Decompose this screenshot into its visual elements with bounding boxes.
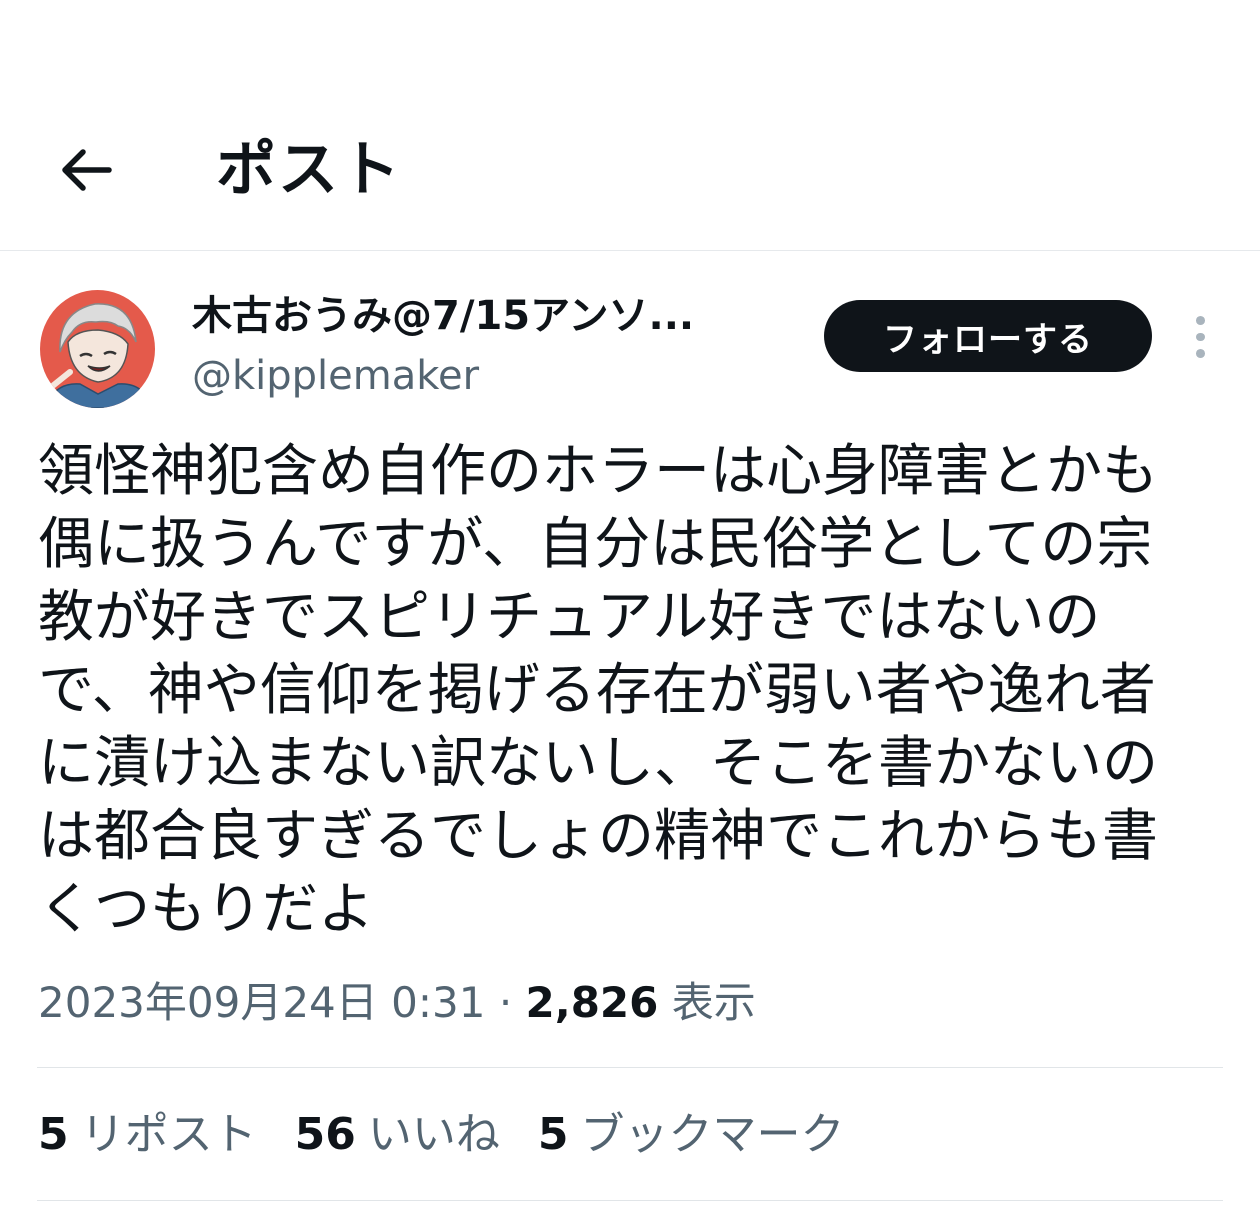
bookmark-label: ブックマーク [580,1109,845,1160]
view-count: 2,826 [525,978,659,1027]
more-vertical-icon-dot [1195,349,1205,359]
author-display-name[interactable]: 木古おうみ@7/15アンソ... [192,288,762,344]
follow-button[interactable]: フォローする [824,300,1152,372]
post-text: 領怪神犯含め自作のホラーは心身障害とかも 偶に扱うんですが、自分は民俗学としての… [38,439,1158,942]
back-button[interactable] [50,135,120,205]
avatar[interactable] [40,290,155,408]
like-count: 56 [294,1109,356,1160]
post-timestamp[interactable]: 2023年09月24日 0:31 [38,978,485,1027]
stat-bookmarks[interactable]: 5 ブックマーク [538,1103,845,1167]
post-stats: 5 リポスト 56 いいね 5 ブックマーク [38,1103,882,1167]
post-meta: 2023年09月24日 0:31 · 2,826 表示 [38,973,756,1033]
divider [37,1067,1223,1068]
stat-likes[interactable]: 56 いいね [295,1103,500,1167]
repost-count: 5 [38,1109,69,1160]
top-bar: ポスト [0,0,1260,251]
more-vertical-icon-dot [1195,316,1205,325]
more-vertical-icon-dot [1195,332,1205,342]
page-title: ポスト [216,135,402,205]
like-label: いいね [367,1109,500,1160]
repost-label: リポスト [80,1109,257,1160]
view-label: 表示 [671,978,756,1027]
divider [37,1200,1223,1201]
arrow-left-icon [62,149,112,191]
more-options-button[interactable] [1180,312,1220,362]
bookmark-count: 5 [537,1109,569,1160]
author-handle[interactable]: @kipplemaker [192,348,479,404]
meta-separator: · [498,978,513,1027]
avatar-image [40,290,155,408]
stat-reposts[interactable]: 5 リポスト [38,1103,257,1167]
